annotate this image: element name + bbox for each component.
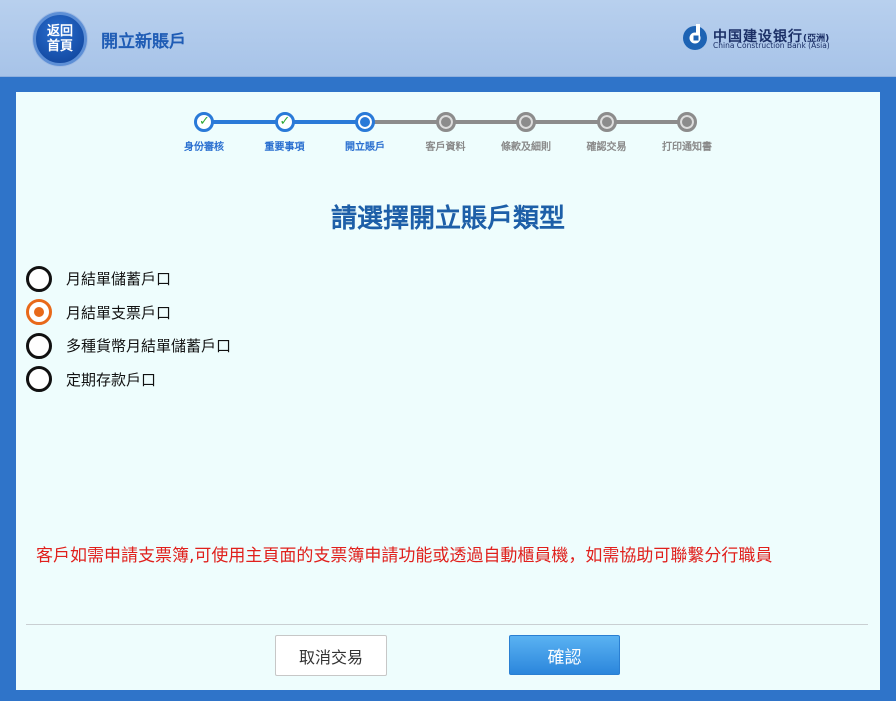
page-title: 開立新賬戶 bbox=[101, 32, 186, 52]
divider bbox=[26, 624, 868, 625]
step-connector bbox=[284, 120, 365, 124]
cheque-notice: 客戶如需申請支票簿,可使用主頁面的支票簿申請功能或透過自動櫃員機，如需協助可聯繫… bbox=[36, 546, 773, 566]
home-button-line2: 首頁 bbox=[46, 39, 73, 54]
radio-button[interactable] bbox=[26, 265, 52, 292]
checkmark-icon: ✓ bbox=[199, 114, 210, 129]
home-button-line1: 返回 bbox=[46, 24, 73, 39]
confirm-button[interactable]: 確認 bbox=[509, 635, 620, 675]
app-header: 返回 首頁 開立新賬戶 中国建设银行(亞洲) China Constructio… bbox=[0, 0, 896, 77]
step-indicator-6 bbox=[596, 112, 617, 132]
step-indicator-3 bbox=[355, 112, 375, 132]
step-indicator-2: ✓ bbox=[274, 112, 295, 132]
account-type-option-3[interactable]: 多種貨幣月結單儲蓄戶口 bbox=[26, 329, 231, 363]
radio-button[interactable] bbox=[26, 366, 52, 393]
account-type-label: 多種貨幣月結單儲蓄戶口 bbox=[66, 337, 232, 356]
account-type-option-2[interactable]: 月結單支票戶口 bbox=[26, 296, 231, 330]
radio-button[interactable] bbox=[26, 299, 52, 326]
step-indicator-4 bbox=[435, 112, 456, 132]
account-type-label: 月結單儲蓄戶口 bbox=[66, 270, 172, 289]
step-label-1: 身份審核 bbox=[184, 142, 224, 153]
step-connector bbox=[606, 120, 687, 124]
step-label-3: 開立賬戶 bbox=[345, 142, 385, 153]
account-type-options: 月結單儲蓄戶口 月結單支票戶口多種貨幣月結單儲蓄戶口 定期存款戶口 bbox=[26, 262, 231, 396]
bank-name-en: China Construction Bank (Asia) bbox=[713, 41, 830, 50]
bank-logo: 中国建设银行(亞洲) China Construction Bank (Asia… bbox=[681, 24, 871, 54]
step-connector bbox=[445, 120, 526, 124]
ccb-logo-icon bbox=[683, 24, 707, 50]
account-type-option-1[interactable]: 月結單儲蓄戶口 bbox=[26, 262, 231, 296]
account-type-label: 定期存款戶口 bbox=[66, 370, 157, 389]
cancel-transaction-button[interactable]: 取消交易 bbox=[275, 635, 387, 676]
checkmark-icon: ✓ bbox=[279, 114, 291, 129]
step-label-5: 條款及細則 bbox=[501, 142, 551, 153]
step-label-7: 打印通知書 bbox=[662, 142, 712, 153]
step-label-6: 確認交易 bbox=[586, 142, 627, 153]
step-indicator-7 bbox=[677, 112, 697, 132]
step-label-4: 客戶資料 bbox=[425, 142, 466, 153]
account-type-label: 月結單支票戶口 bbox=[66, 303, 172, 322]
step-connector bbox=[365, 120, 446, 124]
step-indicator-5 bbox=[516, 112, 536, 132]
step-connector bbox=[204, 120, 285, 124]
step-label-2: 重要事項 bbox=[264, 142, 305, 153]
step-connector bbox=[526, 120, 607, 124]
question-title: 請選擇開立賬戶類型 bbox=[330, 204, 565, 234]
account-type-option-4[interactable]: 定期存款戶口 bbox=[26, 363, 231, 397]
radio-button[interactable] bbox=[26, 332, 52, 359]
main-panel: ✓ 身份審核 ✓ 重要事項 開立賬戶 客戶資料 條款及細則 確認交易 打印通知書 請選擇開立賬戶… bbox=[16, 92, 880, 690]
progress-steps: ✓ 身份審核 ✓ 重要事項 開立賬戶 客戶資料 條款及細則 確認交易 打印通知書 bbox=[16, 92, 880, 162]
step-indicator-1: ✓ bbox=[194, 112, 214, 132]
home-button[interactable]: 返回 首頁 bbox=[33, 12, 87, 66]
